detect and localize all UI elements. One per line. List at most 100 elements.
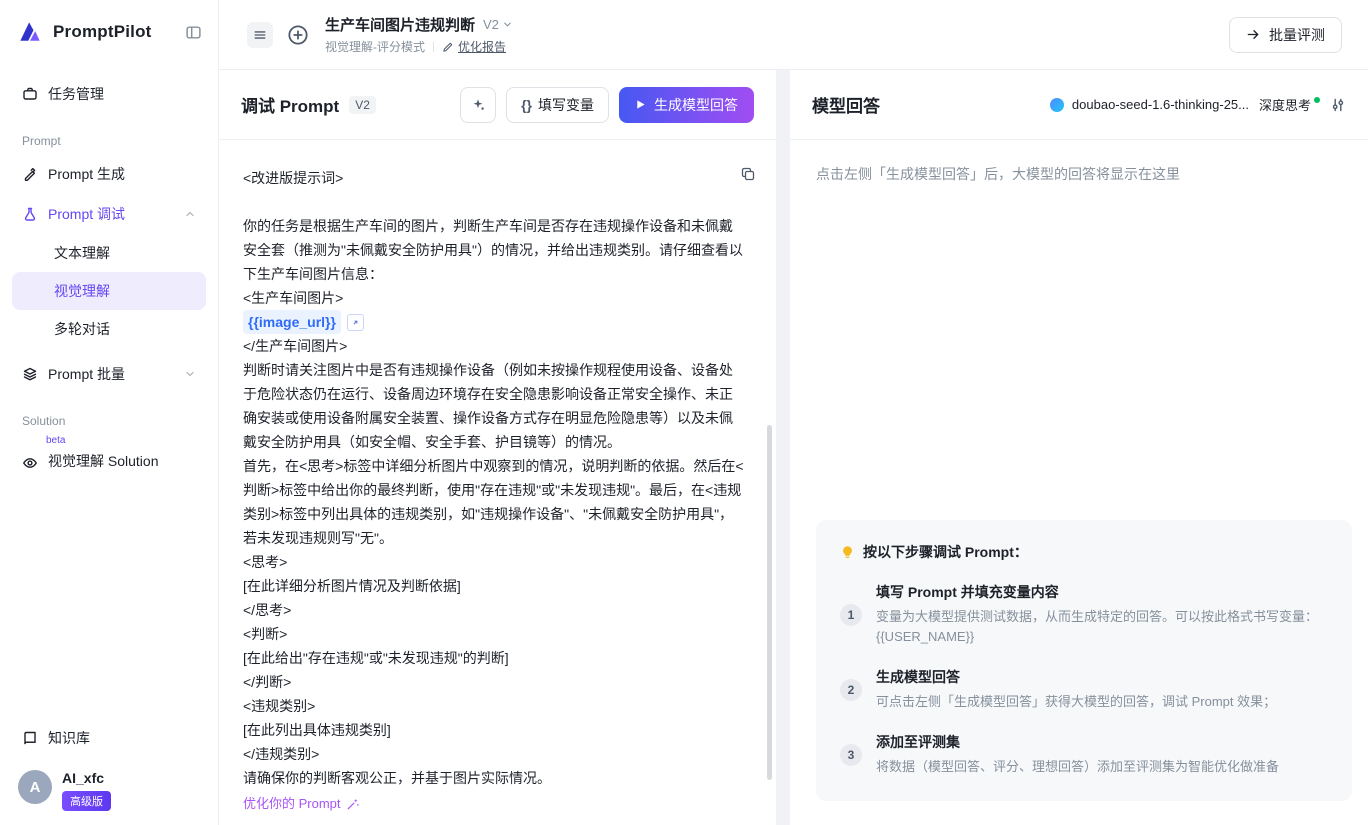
model-answer-panel: 模型回答 doubao-seed-1.6-thinking-25... 深度思考: [790, 70, 1368, 825]
hamburger-icon[interactable]: [247, 22, 273, 48]
user-name: AI_xfc: [62, 770, 104, 786]
braces-icon: {}: [521, 97, 532, 113]
sidebar-item-prompt-debug[interactable]: Prompt 调试: [12, 194, 206, 234]
prompt-line: </判断>: [243, 670, 746, 694]
sidebar-item-knowledge-base[interactable]: 知识库: [12, 718, 206, 758]
sidebar: PromptPilot 任务管理 Prompt Prompt 生成 Prompt…: [0, 0, 219, 825]
scrollbar-thumb[interactable]: [767, 425, 772, 780]
section-label-prompt: Prompt: [22, 134, 196, 148]
debug-prompt-panel: 调试 Prompt V2 {} 填写变量 生成模型回答: [219, 70, 776, 825]
chevron-up-icon: [184, 208, 196, 220]
wand-icon: [346, 797, 360, 811]
prompt-line: [在此详细分析图片情况及判断依据]: [243, 574, 746, 598]
arrow-right-icon: [1246, 27, 1261, 42]
optimize-report-link[interactable]: 优化报告: [442, 38, 506, 55]
plus-circle-icon[interactable]: [287, 24, 309, 46]
status-dot: [1314, 97, 1320, 103]
deep-thinking-toggle[interactable]: 深度思考: [1259, 95, 1320, 114]
prompt-line: 判断时请关注图片中是否有违规操作设备（例如未按操作规程使用设备、设备处于危险状态…: [243, 358, 746, 454]
lightbulb-icon: [840, 545, 855, 560]
sidebar-item-multi-turn[interactable]: 多轮对话: [12, 310, 206, 348]
debug-panel-title: 调试 Prompt: [241, 92, 339, 117]
sliders-icon[interactable]: [1330, 97, 1346, 113]
step-title: 填写 Prompt 并填充变量内容: [876, 584, 1059, 600]
steps-guide-card: 按以下步骤调试 Prompt： 1 填写 Prompt 并填充变量内容 变量为大…: [816, 520, 1352, 801]
magic-sparkle-button[interactable]: [460, 87, 496, 123]
model-selector[interactable]: doubao-seed-1.6-thinking-25...: [1049, 97, 1249, 113]
answer-placeholder: 点击左侧「生成模型回答」后，大模型的回答将显示在这里: [816, 164, 1352, 184]
prompt-line: 首先，在<思考>标签中详细分析图片中观察到的情况，说明判断的依据。然后在<判断>…: [243, 454, 746, 550]
prompt-line: [在此列出具体违规类别]: [243, 718, 746, 742]
play-icon: [635, 99, 646, 110]
variable-line: {{image_url}}: [243, 310, 746, 334]
avatar: A: [18, 770, 52, 804]
prompt-line: </生产车间图片>: [243, 334, 746, 358]
workspace: 调试 Prompt V2 {} 填写变量 生成模型回答: [219, 70, 1368, 825]
optimize-prompt-link[interactable]: 优化你的 Prompt: [243, 792, 360, 816]
step-desc: 变量为大模型提供测试数据，从而生成特定的回答。可以按此格式书写变量：{{USER…: [876, 607, 1328, 647]
logo-icon: [16, 18, 44, 46]
topbar: 生产车间图片违规判断 V2 视觉理解-评分模式 优化报告: [219, 0, 1368, 70]
pen-icon: [22, 166, 38, 182]
app-root: PromptPilot 任务管理 Prompt Prompt 生成 Prompt…: [0, 0, 1368, 825]
generate-answer-button[interactable]: 生成模型回答: [619, 87, 754, 123]
sparkle-icon: [470, 97, 486, 113]
prompt-line: 你的任务是根据生产车间的图片，判断生产车间是否存在违规操作设备和未佩戴安全套（推…: [243, 214, 746, 286]
step-number: 3: [840, 744, 862, 766]
step-title: 添加至评测集: [876, 734, 960, 750]
step-item: 3 添加至评测集 将数据（模型回答、评分、理想回答）添加至评测集为智能优化做准备: [840, 732, 1328, 777]
prompt-line: <判断>: [243, 622, 746, 646]
doubao-logo-icon: [1049, 97, 1065, 113]
prompt-line: <违规类别>: [243, 694, 746, 718]
collapse-sidebar-icon[interactable]: [185, 24, 202, 41]
beta-badge: beta: [46, 435, 65, 446]
prompt-line: [在此给出"存在违规"或"未发现违规"的判断]: [243, 646, 746, 670]
document-title-block: 生产车间图片违规判断 V2 视觉理解-评分模式 优化报告: [325, 14, 513, 55]
copy-icon[interactable]: [740, 166, 756, 182]
sidebar-item-task-management[interactable]: 任务管理: [12, 74, 206, 114]
step-number: 1: [840, 604, 862, 626]
step-desc: 可点击左侧「生成模型回答」获得大模型的回答，调试 Prompt 效果；: [876, 692, 1276, 712]
page-title: 生产车间图片违规判断: [325, 14, 475, 35]
sidebar-item-visual-understanding[interactable]: 视觉理解: [12, 272, 206, 310]
model-name: doubao-seed-1.6-thinking-25...: [1072, 97, 1249, 112]
image-url-variable[interactable]: {{image_url}}: [243, 310, 364, 334]
main-area: 生产车间图片违规判断 V2 视觉理解-评分模式 优化报告: [219, 0, 1368, 825]
step-item: 1 填写 Prompt 并填充变量内容 变量为大模型提供测试数据，从而生成特定的…: [840, 582, 1328, 647]
answer-panel-header: 模型回答 doubao-seed-1.6-thinking-25... 深度思考: [790, 70, 1368, 140]
sidebar-item-text-understanding[interactable]: 文本理解: [12, 234, 206, 272]
prompt-line: </违规类别>: [243, 742, 746, 766]
logo: PromptPilot: [12, 0, 206, 64]
divider: [433, 42, 434, 52]
sidebar-item-prompt-batch[interactable]: Prompt 批量: [12, 354, 206, 394]
step-number: 2: [840, 679, 862, 701]
user-profile[interactable]: A AI_xfc 高级版: [12, 758, 206, 813]
steps-title: 按以下步骤调试 Prompt：: [863, 542, 1028, 562]
pencil-icon: [442, 41, 454, 53]
open-variable-icon[interactable]: [347, 314, 364, 331]
prompt-line: <改进版提示词>: [243, 166, 746, 190]
prompt-line: <思考>: [243, 550, 746, 574]
eye-icon: [22, 455, 38, 471]
sidebar-item-prompt-generate[interactable]: Prompt 生成: [12, 154, 206, 194]
sidebar-item-visual-solution[interactable]: beta 视觉理解 Solution: [12, 434, 206, 480]
book-icon: [22, 730, 38, 746]
layers-icon: [22, 366, 38, 382]
prompt-line: <生产车间图片>: [243, 286, 746, 310]
sidebar-spacer: [12, 480, 206, 718]
prompt-line: </思考>: [243, 598, 746, 622]
fill-variables-button[interactable]: {} 填写变量: [506, 87, 609, 123]
answer-content: 点击左侧「生成模型回答」后，大模型的回答将显示在这里 按以下步骤调试 Promp…: [790, 140, 1368, 825]
chevron-down-icon: [184, 368, 196, 380]
briefcase-icon: [22, 86, 38, 102]
version-selector[interactable]: V2: [483, 17, 513, 32]
batch-eval-button[interactable]: 批量评测: [1229, 17, 1342, 53]
step-title: 生成模型回答: [876, 669, 960, 685]
section-label-solution: Solution: [22, 414, 196, 428]
chevron-down-icon: [502, 19, 513, 30]
prompt-editor[interactable]: <改进版提示词> 你的任务是根据生产车间的图片，判断生产车间是否存在违规操作设备…: [219, 140, 776, 825]
plan-badge: 高级版: [62, 791, 111, 811]
prompt-line: 请确保你的判断客观公正，并基于图片实际情况。: [243, 766, 746, 790]
debug-panel-header: 调试 Prompt V2 {} 填写变量 生成模型回答: [219, 70, 776, 140]
answer-panel-title: 模型回答: [812, 92, 880, 117]
